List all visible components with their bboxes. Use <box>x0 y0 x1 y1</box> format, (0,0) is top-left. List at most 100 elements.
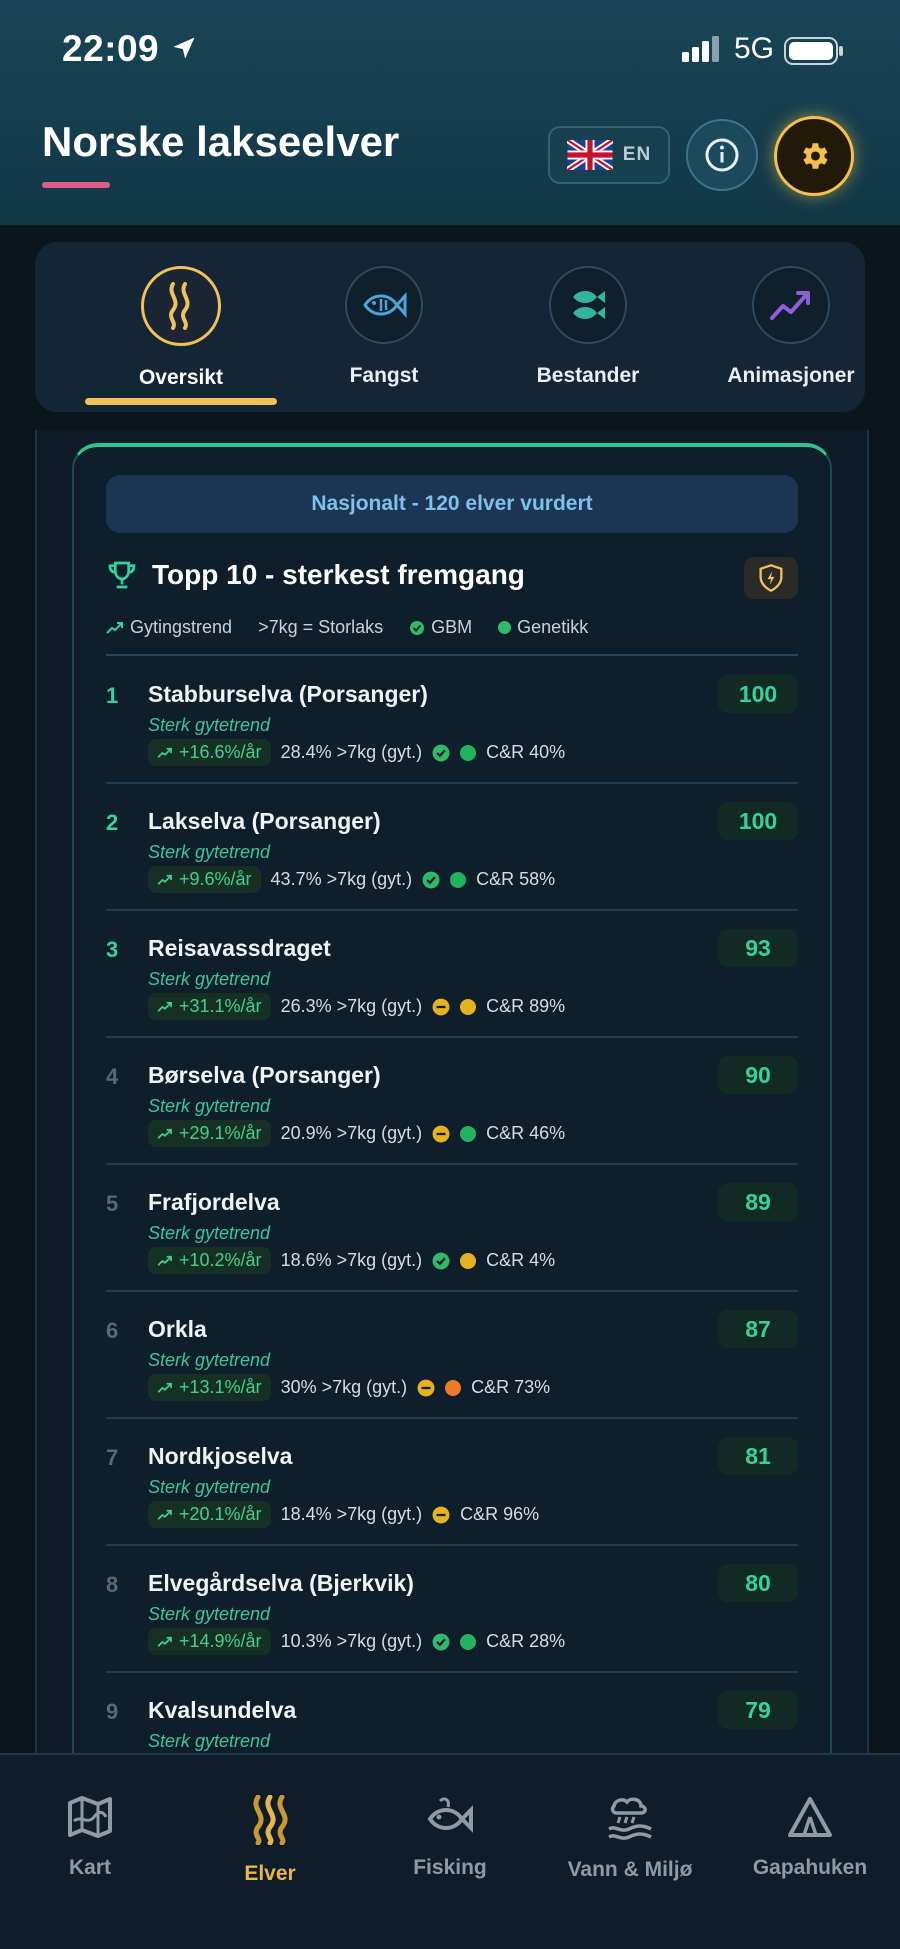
tab-bestander[interactable]: Bestander <box>488 266 688 406</box>
trend-icon <box>157 1001 172 1012</box>
score-badge: 79 <box>718 1691 798 1729</box>
trend-value: +14.9%/år <box>179 1631 262 1651</box>
tab-fangst-label: Fangst <box>349 364 419 387</box>
trend-badge: +16.6%/år <box>148 739 271 766</box>
large-salmon-share: 20.9% >7kg (gyt.) <box>280 1123 423 1143</box>
catch-release: C&R 96% <box>460 1504 540 1524</box>
score-badge: 81 <box>718 1437 798 1475</box>
genetics-dot-icon <box>460 1125 477 1142</box>
trend-badge: +29.1%/år <box>148 1120 271 1147</box>
gbm-warning-icon <box>432 1506 450 1523</box>
trend-badge: +10.2%/år <box>148 1247 271 1274</box>
language-button[interactable]: EN <box>548 126 670 184</box>
gbm-check-icon <box>432 1633 450 1650</box>
river-rank: 1 <box>106 683 119 708</box>
river-list: 1 Stabburselva (Porsanger) 100 Sterk gytetr… <box>106 657 798 1767</box>
large-salmon-share: 18.6% >7kg (gyt.) <box>280 1250 423 1270</box>
river-row[interactable]: 5 Frafjordelva 89 Sterk gytetrend +10.2%/år 1… <box>106 1165 798 1292</box>
trend-badge: +20.1%/år <box>148 1501 271 1528</box>
river-subtitle: Sterk gytetrend <box>148 1604 271 1624</box>
nav-vann-miljo[interactable]: Vann & Miljø <box>540 1795 720 1882</box>
divider <box>106 654 798 656</box>
river-row[interactable]: 1 Stabburselva (Porsanger) 100 Sterk gytetr… <box>106 657 798 784</box>
app-header: 22:09 5G Norske lakseelver EN <box>0 0 900 225</box>
trend-value: +31.1%/år <box>179 996 262 1016</box>
river-row[interactable]: 4 Børselva (Porsanger) 90 Sterk gytetrend +2… <box>106 1038 798 1165</box>
river-row[interactable]: 2 Lakselva (Porsanger) 100 Sterk gytetrend +… <box>106 784 798 911</box>
trend-icon <box>157 1509 172 1520</box>
fish-icon <box>363 292 407 318</box>
river-icon <box>253 1794 288 1846</box>
genetics-dot-icon <box>460 1633 477 1650</box>
large-salmon-share: 30% >7kg (gyt.) <box>280 1377 408 1397</box>
river-rank: 6 <box>106 1318 119 1343</box>
bottom-navigation: Kart Elver Fisking Vann & Miljø Gapahuke… <box>0 1753 900 1949</box>
fish-stock-icon <box>571 291 605 319</box>
trend-value: +9.6%/år <box>179 869 252 889</box>
large-salmon-share: 43.7% >7kg (gyt.) <box>270 869 413 889</box>
trophy-icon <box>108 561 136 589</box>
river-subtitle: Sterk gytetrend <box>148 842 271 862</box>
shield-button[interactable] <box>744 557 798 599</box>
tab-bestander-label: Bestander <box>536 364 640 387</box>
large-salmon-share: 28.4% >7kg (gyt.) <box>280 742 423 762</box>
catch-release: C&R 73% <box>471 1377 551 1397</box>
tab-oversikt-circle <box>141 266 221 346</box>
trend-badge: +9.6%/år <box>148 866 261 893</box>
river-rank: 9 <box>106 1699 119 1724</box>
tab-fangst[interactable]: Fangst <box>284 266 484 406</box>
genetics-dot-icon <box>445 1379 462 1396</box>
trend-icon <box>157 1128 172 1139</box>
river-row[interactable]: 6 Orkla 87 Sterk gytetrend +13.1%/år 30% >7kg… <box>106 1292 798 1419</box>
settings-button[interactable] <box>774 116 854 196</box>
gear-icon <box>803 143 828 169</box>
signal-icon <box>682 36 719 62</box>
legend-trend: Gytingstrend <box>130 617 233 637</box>
score-badge: 93 <box>718 929 798 967</box>
tab-oversikt[interactable]: Oversikt <box>81 266 281 406</box>
title-underline <box>42 182 110 188</box>
large-salmon-share: 18.4% >7kg (gyt.) <box>280 1504 423 1524</box>
score-badge: 80 <box>718 1564 798 1602</box>
river-rank: 3 <box>106 937 119 962</box>
national-banner: Nasjonalt - 120 elver vurdert <box>106 475 798 533</box>
river-row[interactable]: 8 Elvegårdselva (Bjerkvik) 80 Sterk gytetre… <box>106 1546 798 1673</box>
weather-water-icon <box>608 1797 652 1840</box>
gbm-warning-icon <box>417 1379 435 1396</box>
info-button[interactable] <box>686 119 758 191</box>
nav-fisking[interactable]: Fisking <box>360 1795 540 1880</box>
river-name: Reisavassdraget <box>148 935 331 961</box>
nav-kart[interactable]: Kart <box>0 1795 180 1880</box>
river-metrics: +13.1%/år 30% >7kg (gyt.) C&R 73% <box>148 1374 550 1401</box>
river-rank: 8 <box>106 1572 119 1597</box>
river-rank: 2 <box>106 810 119 835</box>
genetics-dot-icon <box>460 744 477 761</box>
trend-icon <box>157 1382 172 1393</box>
river-subtitle: Sterk gytetrend <box>148 969 271 989</box>
river-rank: 5 <box>106 1191 119 1216</box>
catch-release: C&R 4% <box>486 1250 556 1270</box>
genetics-dot-icon <box>498 621 512 634</box>
gbm-check-icon <box>422 871 440 888</box>
trend-icon <box>106 621 123 634</box>
top10-card: Nasjonalt - 120 elver vurdert Topp 10 - … <box>72 443 832 1769</box>
trend-badge: +31.1%/år <box>148 993 271 1020</box>
river-name: Nordkjoselva <box>148 1443 293 1469</box>
score-badge: 90 <box>718 1056 798 1094</box>
nav-gapahuken[interactable]: Gapahuken <box>720 1795 900 1880</box>
trend-icon <box>157 1636 172 1647</box>
tab-animasjoner[interactable]: Animasjoner <box>691 266 891 406</box>
network-type: 5G <box>734 32 775 65</box>
catch-release: C&R 28% <box>486 1631 566 1651</box>
catch-release: C&R 46% <box>486 1123 566 1143</box>
trend-value: +16.6%/år <box>179 742 262 762</box>
river-name: Kvalsundelva <box>148 1697 297 1723</box>
river-metrics: +29.1%/år 20.9% >7kg (gyt.) C&R 46% <box>148 1120 565 1147</box>
river-row[interactable]: 3 Reisavassdraget 93 Sterk gytetrend +31.1%/… <box>106 911 798 1038</box>
nav-elver[interactable]: Elver <box>180 1794 360 1886</box>
nav-fisking-label: Fisking <box>413 1856 487 1879</box>
river-row[interactable]: 7 Nordkjoselva 81 Sterk gytetrend +20.1%/år 1… <box>106 1419 798 1546</box>
gbm-check-icon <box>432 744 450 761</box>
catch-release: C&R 89% <box>486 996 566 1016</box>
location-arrow-icon <box>173 37 195 59</box>
